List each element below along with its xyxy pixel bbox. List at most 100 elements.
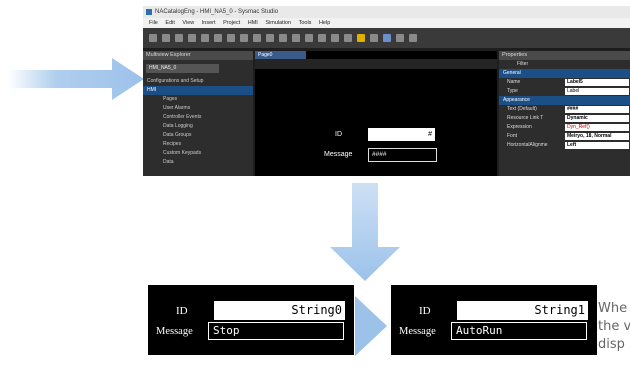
fit-icon[interactable]: [344, 34, 352, 42]
prop-row: Resource Link T Dynamic: [499, 114, 630, 123]
caption-text: Whe the v disp: [598, 300, 630, 360]
tab-page0[interactable]: Page0: [255, 51, 306, 59]
build-icon[interactable]: [370, 34, 378, 42]
menu-simulation[interactable]: Simulation: [265, 20, 291, 26]
menu-bar: File Edit View Insert Project HMI Simula…: [143, 18, 630, 28]
window-title: NACatalogEng - HMI_NA5_0 - Sysmac Studio: [155, 9, 279, 15]
toolbar: [143, 28, 630, 48]
prop-row: HorizontalAlignme Left: [499, 141, 630, 150]
tree-item-data[interactable]: Data: [143, 158, 253, 167]
tree-item-recipes[interactable]: Recipes: [143, 140, 253, 149]
prop-value[interactable]: ####: [565, 106, 629, 113]
prop-row: Type Label: [499, 87, 630, 96]
caption-line: the v: [598, 319, 630, 334]
tree-item-user-alarms[interactable]: User Alarms: [143, 104, 253, 113]
after-id-field[interactable]: String1: [457, 301, 588, 320]
explorer-title: Multiview Explorer: [143, 51, 253, 60]
prop-name: Expression: [507, 124, 532, 130]
paste-icon[interactable]: [175, 34, 183, 42]
prop-name: Resource Link T: [507, 115, 544, 121]
tree-item-data-logging[interactable]: Data Logging: [143, 122, 253, 131]
text-icon[interactable]: [305, 34, 313, 42]
prop-name: Type: [507, 88, 518, 94]
tree-item-custom-keypads[interactable]: Custom Keypads: [143, 149, 253, 158]
small-right-arrow: [355, 296, 387, 356]
after-message-label: Message: [399, 326, 436, 337]
prop-name: Name: [507, 79, 521, 85]
tree-item-hmi[interactable]: HMI: [143, 86, 253, 95]
prop-name: HorizontalAlignme: [507, 142, 548, 148]
properties-panel: Properties Filter General Name Label5 Ty…: [499, 51, 630, 176]
properties-title: Properties: [499, 51, 630, 60]
prop-value[interactable]: Left: [565, 142, 629, 149]
prop-row: Name Label5: [499, 78, 630, 87]
prop-value[interactable]: Dynamic: [565, 115, 629, 122]
prop-row: Text (Default) ####: [499, 105, 630, 114]
runtime-before-panel: ID String0 Message Stop: [148, 285, 354, 355]
menu-view[interactable]: View: [182, 20, 194, 26]
cut-icon[interactable]: [149, 34, 157, 42]
prop-value[interactable]: Label5: [565, 79, 629, 86]
tree-item-controller-events[interactable]: Controller Events: [143, 113, 253, 122]
tree-item-data-groups[interactable]: Data Groups: [143, 131, 253, 140]
run-icon[interactable]: [383, 34, 391, 42]
prop-row: Font Meiryo, 18, Normal: [499, 132, 630, 141]
filter-label: Filter: [517, 61, 529, 67]
prop-value[interactable]: Dyn_Ref(): [565, 124, 629, 131]
prop-value[interactable]: Label: [565, 88, 629, 95]
menu-edit[interactable]: Edit: [165, 20, 174, 26]
editor-message-label: Message: [324, 151, 353, 158]
warning-icon[interactable]: [357, 34, 365, 42]
device-dropdown[interactable]: HMI_NA5_0: [146, 64, 219, 73]
editor-id-label: ID: [335, 131, 342, 138]
align-right-icon[interactable]: [266, 34, 274, 42]
editor-message-label-object[interactable]: ####: [368, 148, 437, 162]
after-id-label: ID: [419, 305, 431, 317]
page-editor: Page0 ID # Message ####: [255, 51, 497, 176]
redo-icon[interactable]: [214, 34, 222, 42]
tree-item-configurations[interactable]: Configurations and Setup: [143, 77, 253, 86]
right-arrow: [8, 58, 144, 100]
stop-icon[interactable]: [409, 34, 417, 42]
properties-filter: Filter: [499, 60, 630, 69]
delete-icon[interactable]: [188, 34, 196, 42]
align-left-icon[interactable]: [240, 34, 248, 42]
prop-name: Text (Default): [507, 106, 537, 112]
copy-icon[interactable]: [162, 34, 170, 42]
title-bar: NACatalogEng - HMI_NA5_0 - Sysmac Studio: [143, 6, 630, 18]
menu-tools[interactable]: Tools: [299, 20, 312, 26]
align-center-icon[interactable]: [253, 34, 261, 42]
menu-help[interactable]: Help: [319, 20, 330, 26]
menu-insert[interactable]: Insert: [202, 20, 216, 26]
appearance-section[interactable]: Appearance: [499, 96, 630, 105]
prop-row: Expression Dyn_Ref(): [499, 123, 630, 132]
caption-line: disp: [598, 337, 625, 352]
menu-project[interactable]: Project: [223, 20, 240, 26]
sysmac-studio-window: NACatalogEng - HMI_NA5_0 - Sysmac Studio…: [143, 6, 630, 176]
grid-icon[interactable]: [279, 34, 287, 42]
zoom-in-icon[interactable]: [318, 34, 326, 42]
general-section[interactable]: General: [499, 69, 630, 78]
before-message-field: Stop: [208, 322, 344, 340]
pause-icon[interactable]: [396, 34, 404, 42]
group-icon[interactable]: [292, 34, 300, 42]
explorer-tree: Configurations and Setup HMI Pages User …: [143, 77, 253, 167]
prop-value[interactable]: Meiryo, 18, Normal: [565, 133, 629, 140]
find-icon[interactable]: [227, 34, 235, 42]
undo-icon[interactable]: [201, 34, 209, 42]
menu-hmi[interactable]: HMI: [248, 20, 258, 26]
editor-toolbar: [255, 59, 497, 69]
down-arrow: [330, 183, 400, 281]
before-id-field[interactable]: String0: [214, 301, 345, 320]
menu-file[interactable]: File: [149, 20, 158, 26]
zoom-out-icon[interactable]: [331, 34, 339, 42]
caption-line: Whe: [598, 301, 628, 316]
after-message-field: AutoRun: [451, 322, 587, 340]
runtime-after-panel: ID String1 Message AutoRun: [391, 285, 597, 355]
editor-id-field[interactable]: #: [368, 128, 435, 141]
multiview-explorer: Multiview Explorer HMI_NA5_0 Configurati…: [143, 51, 253, 176]
before-message-label: Message: [156, 326, 193, 337]
before-id-label: ID: [176, 305, 188, 317]
app-icon: [146, 9, 152, 15]
tree-item-pages[interactable]: Pages: [143, 95, 253, 104]
